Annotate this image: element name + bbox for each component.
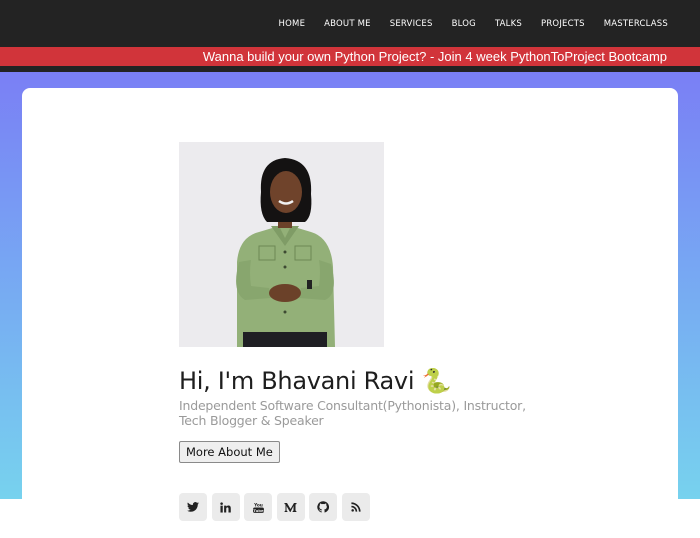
twitter-icon bbox=[187, 502, 199, 512]
svg-text:Tube: Tube bbox=[253, 507, 264, 512]
promo-banner[interactable]: Wanna build your own Python Project? - J… bbox=[0, 47, 700, 66]
social-links: You Tube bbox=[179, 493, 374, 521]
nav-projects[interactable]: PROJECTS bbox=[541, 19, 585, 29]
twitter-link[interactable] bbox=[179, 493, 207, 521]
nav-about-me[interactable]: ABOUT ME bbox=[324, 19, 371, 29]
rss-link[interactable] bbox=[341, 493, 370, 521]
rss-icon bbox=[350, 502, 361, 512]
promo-banner-text[interactable]: Wanna build your own Python Project? - J… bbox=[203, 47, 667, 66]
profile-photo bbox=[179, 142, 384, 347]
github-icon bbox=[317, 501, 329, 513]
top-nav-bar: HOME ABOUT ME SERVICES BLOG TALKS PROJEC… bbox=[0, 0, 700, 47]
medium-icon bbox=[284, 502, 297, 512]
nav-blog[interactable]: BLOG bbox=[452, 19, 476, 29]
nav-home[interactable]: HOME bbox=[279, 19, 306, 29]
youtube-icon: You Tube bbox=[252, 502, 264, 513]
linkedin-icon bbox=[220, 501, 231, 513]
main-nav: HOME ABOUT ME SERVICES BLOG TALKS PROJEC… bbox=[279, 0, 700, 47]
hero-card: Hi, I'm Bhavani Ravi 🐍 Independent Softw… bbox=[22, 88, 678, 538]
youtube-link[interactable]: You Tube bbox=[244, 493, 272, 521]
page-title: Hi, I'm Bhavani Ravi 🐍 bbox=[179, 367, 452, 395]
nav-services[interactable]: SERVICES bbox=[390, 19, 433, 29]
nav-talks[interactable]: TALKS bbox=[495, 19, 522, 29]
more-about-me-button[interactable]: More About Me bbox=[179, 441, 280, 463]
linkedin-link[interactable] bbox=[211, 493, 240, 521]
nav-masterclass[interactable]: MASTERCLASS bbox=[604, 19, 668, 29]
medium-link[interactable] bbox=[276, 493, 305, 521]
github-link[interactable] bbox=[309, 493, 337, 521]
page-subtitle: Independent Software Consultant(Pythonis… bbox=[179, 398, 526, 428]
